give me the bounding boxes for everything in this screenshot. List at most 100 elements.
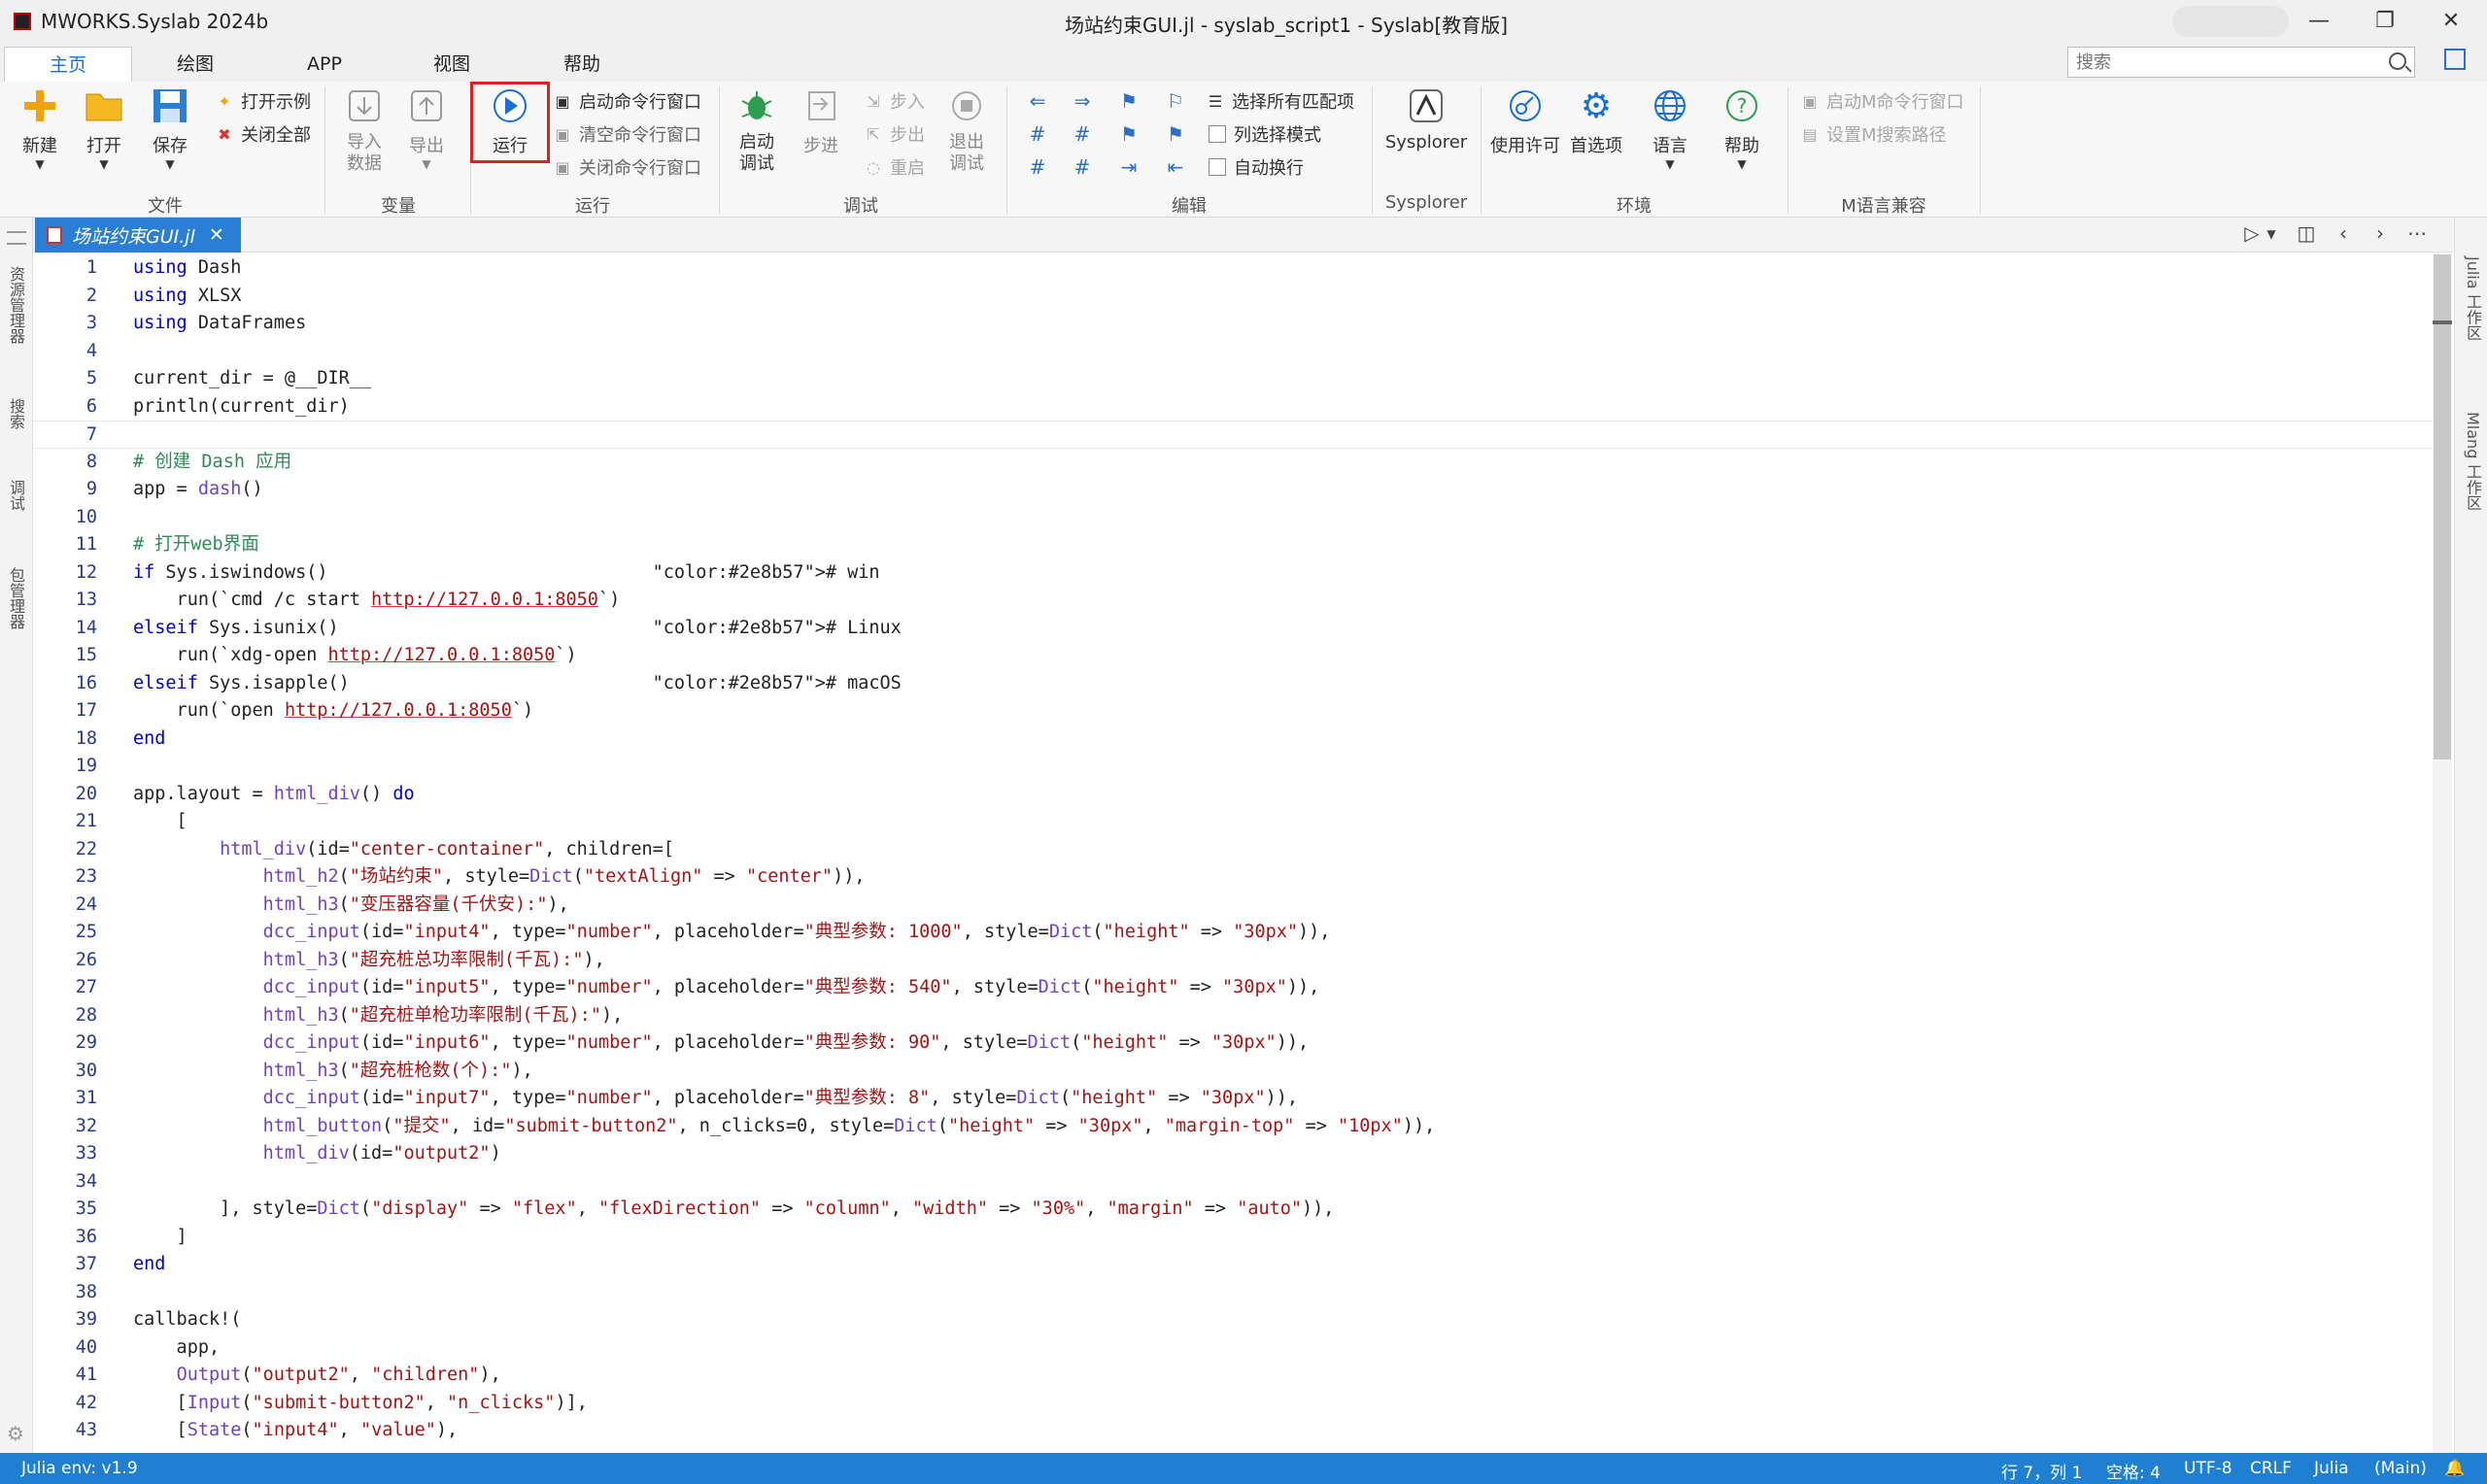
bookmark-clear-icon[interactable]: ⚐	[1162, 87, 1189, 115]
search-tab[interactable]: 搜索	[4, 398, 27, 429]
code-line[interactable]: 3 using DataFrames	[33, 310, 2433, 338]
code-line[interactable]: 23 html_h2("场站约束", style=Dict("textAlign…	[33, 863, 2433, 892]
code-line[interactable]: 13 run(`cmd /c start http://127.0.0.1:80…	[33, 587, 2433, 615]
code-line[interactable]: 24 html_h3("变压器容量(千伏安):"),	[33, 892, 2433, 920]
code-line[interactable]: 20 app.layout = html_div() do	[33, 781, 2433, 809]
code-line[interactable]: 33 html_div(id="output2")	[33, 1140, 2433, 1168]
code-line[interactable]: 6 println(current_dir)	[33, 393, 2433, 422]
sysplorer-button[interactable]: Sysplorer	[1380, 85, 1473, 152]
checkbox[interactable]	[1209, 125, 1226, 143]
import-data-button[interactable]: 导入 数据	[334, 85, 394, 175]
julia-env-status[interactable]: Julia env: v1.9	[21, 1459, 138, 1478]
code-line[interactable]: 15 run(`xdg-open http://127.0.0.1:8050`)	[33, 642, 2433, 670]
code-line[interactable]: 9 app = dash()	[33, 476, 2433, 504]
split-editor-icon[interactable]: ◫	[2293, 221, 2320, 245]
step-in-button[interactable]: ⇲ 步入	[863, 87, 925, 115]
checkbox[interactable]	[1209, 158, 1226, 176]
code-line[interactable]: 14 elseif Sys.isunix() "color:#2e8b57"># …	[33, 615, 2433, 643]
next-bookmark-icon[interactable]: ⚑	[1162, 120, 1189, 148]
code-line[interactable]: 11 # 打开web界面	[33, 531, 2433, 559]
help-button[interactable]: ? 帮助 ▼	[1712, 85, 1772, 171]
open-button[interactable]: 打开 ▼	[74, 85, 134, 171]
code-line[interactable]: 16 elseif Sys.isapple() "color:#2e8b57">#…	[33, 670, 2433, 698]
set-m-path-button[interactable]: ▤ 设置M搜索路径	[1799, 120, 1946, 148]
preferences-button[interactable]: ⚙ 首选项	[1562, 85, 1630, 157]
file-encoding[interactable]: UTF-8	[2184, 1459, 2232, 1478]
new-button[interactable]: 新建 ▼	[10, 85, 70, 171]
code-line[interactable]: 39 callback!(	[33, 1306, 2433, 1334]
search-input[interactable]	[2076, 48, 2368, 77]
mlang-workspace-tab[interactable]: Mlang 工作区	[2461, 412, 2484, 510]
word-wrap-checkbox[interactable]: 自动换行	[1209, 153, 1304, 181]
search-icon[interactable]	[2389, 52, 2406, 70]
code-line[interactable]: 17 run(`open http://127.0.0.1:8050`)	[33, 697, 2433, 725]
more-actions-icon[interactable]: ⋯	[2403, 221, 2431, 245]
code-line[interactable]: 38	[33, 1279, 2433, 1307]
code-line[interactable]: 5 current_dir = @__DIR__	[33, 365, 2433, 393]
code-line[interactable]: 29 dcc_input(id="input6", type="number",…	[33, 1029, 2433, 1058]
explorer-tab[interactable]: 资源管理器	[4, 266, 27, 344]
exit-debug-button[interactable]: 退出 调试	[937, 85, 997, 175]
code-line[interactable]: 31 dcc_input(id="input7", type="number",…	[33, 1085, 2433, 1113]
settings-gear-icon[interactable]: ⚙	[7, 1422, 24, 1445]
end-of-line[interactable]: CRLF	[2250, 1459, 2292, 1478]
tab-help[interactable]: 帮助	[554, 47, 610, 82]
tab-home[interactable]: 主页	[4, 47, 132, 82]
code-line[interactable]: 37 end	[33, 1251, 2433, 1279]
clear-cmd-window-button[interactable]: ▣ 清空命令行窗口	[552, 120, 701, 148]
code-line[interactable]: 40 app,	[33, 1334, 2433, 1363]
license-button[interactable]: 使用许可	[1486, 85, 1564, 157]
code-line[interactable]: 7	[33, 421, 2433, 449]
tab-app[interactable]: APP	[297, 47, 352, 82]
popout-icon[interactable]	[2444, 49, 2466, 70]
language-mode[interactable]: Julia	[2314, 1459, 2349, 1478]
language-button[interactable]: 语言 ▼	[1640, 85, 1700, 171]
search-box[interactable]	[2067, 47, 2415, 78]
notifications-bell-icon[interactable]: 🔔	[2444, 1459, 2465, 1478]
cursor-position[interactable]: 行 7，列 1	[2001, 1459, 2082, 1483]
code-line[interactable]: 26 html_h3("超充桩总功率限制(千瓦):"),	[33, 947, 2433, 975]
column-mode-checkbox[interactable]: 列选择模式	[1209, 120, 1321, 148]
code-line[interactable]: 4	[33, 338, 2433, 366]
minimize-button[interactable]: —	[2285, 4, 2353, 39]
debug-tab[interactable]: 调试	[4, 480, 27, 511]
forward-arrow-icon[interactable]: ⇒	[1069, 87, 1096, 115]
comment-icon[interactable]: #	[1024, 120, 1051, 148]
uncomment-icon[interactable]: #	[1069, 120, 1096, 148]
tab-view[interactable]: 视图	[424, 47, 480, 82]
code-line[interactable]: 10	[33, 504, 2433, 532]
code-line[interactable]: 1 using Dash	[33, 254, 2433, 283]
code-line[interactable]: 34	[33, 1168, 2433, 1197]
prev-bookmark-icon[interactable]: ⚑	[1115, 120, 1142, 148]
toggle-comment-icon[interactable]: #	[1024, 153, 1051, 181]
editor-tab-active[interactable]: 场站约束GUI.jl ✕	[35, 218, 241, 253]
tab-plot[interactable]: 绘图	[167, 47, 223, 82]
run-dropdown-icon[interactable]: ▼	[2258, 227, 2285, 241]
code-line[interactable]: 42 [Input("submit-button2", "n_clicks")]…	[33, 1390, 2433, 1418]
open-examples-button[interactable]: ✦ 打开示例	[214, 87, 311, 115]
code-line[interactable]: 2 using XLSX	[33, 283, 2433, 311]
close-cmd-window-button[interactable]: ▣ 关闭命令行窗口	[552, 153, 701, 181]
restart-button[interactable]: ◌ 重启	[863, 153, 925, 181]
module-status[interactable]: (Main)	[2374, 1459, 2427, 1478]
package-manager-tab[interactable]: 包管理器	[4, 567, 27, 629]
close-all-button[interactable]: ✖ 关闭全部	[214, 120, 311, 148]
code-line[interactable]: 41 Output("output2", "children"),	[33, 1362, 2433, 1390]
code-line[interactable]: 32 html_button("提交", id="submit-button2"…	[33, 1113, 2433, 1141]
indent-spaces[interactable]: 空格: 4	[2106, 1459, 2161, 1483]
close-button[interactable]: ✕	[2417, 4, 2485, 39]
start-m-cmd-button[interactable]: ▣ 启动M命令行窗口	[1799, 87, 1963, 115]
toggle-switch[interactable]	[2172, 6, 2289, 37]
indent-icon[interactable]: ⇥	[1115, 153, 1142, 181]
prev-tab-icon[interactable]: ‹	[2330, 221, 2357, 245]
code-line[interactable]: 25 dcc_input(id="input4", type="number",…	[33, 919, 2433, 947]
step-over-button[interactable]: 步进	[791, 85, 851, 157]
back-arrow-icon[interactable]: ⇐	[1024, 87, 1051, 115]
bookmark-icon[interactable]: ⚑	[1115, 87, 1142, 115]
next-tab-icon[interactable]: ›	[2367, 221, 2394, 245]
code-line[interactable]: 43 [State("input4", "value"),	[33, 1417, 2433, 1445]
julia-workspace-tab[interactable]: Julia 工作区	[2461, 256, 2484, 341]
step-out-button[interactable]: ⇱ 步出	[863, 120, 925, 148]
code-editor[interactable]: 1 using Dash 2 using XLSX 3 using DataFrames 4…	[33, 253, 2433, 1453]
outdent-icon[interactable]: ⇤	[1162, 153, 1189, 181]
